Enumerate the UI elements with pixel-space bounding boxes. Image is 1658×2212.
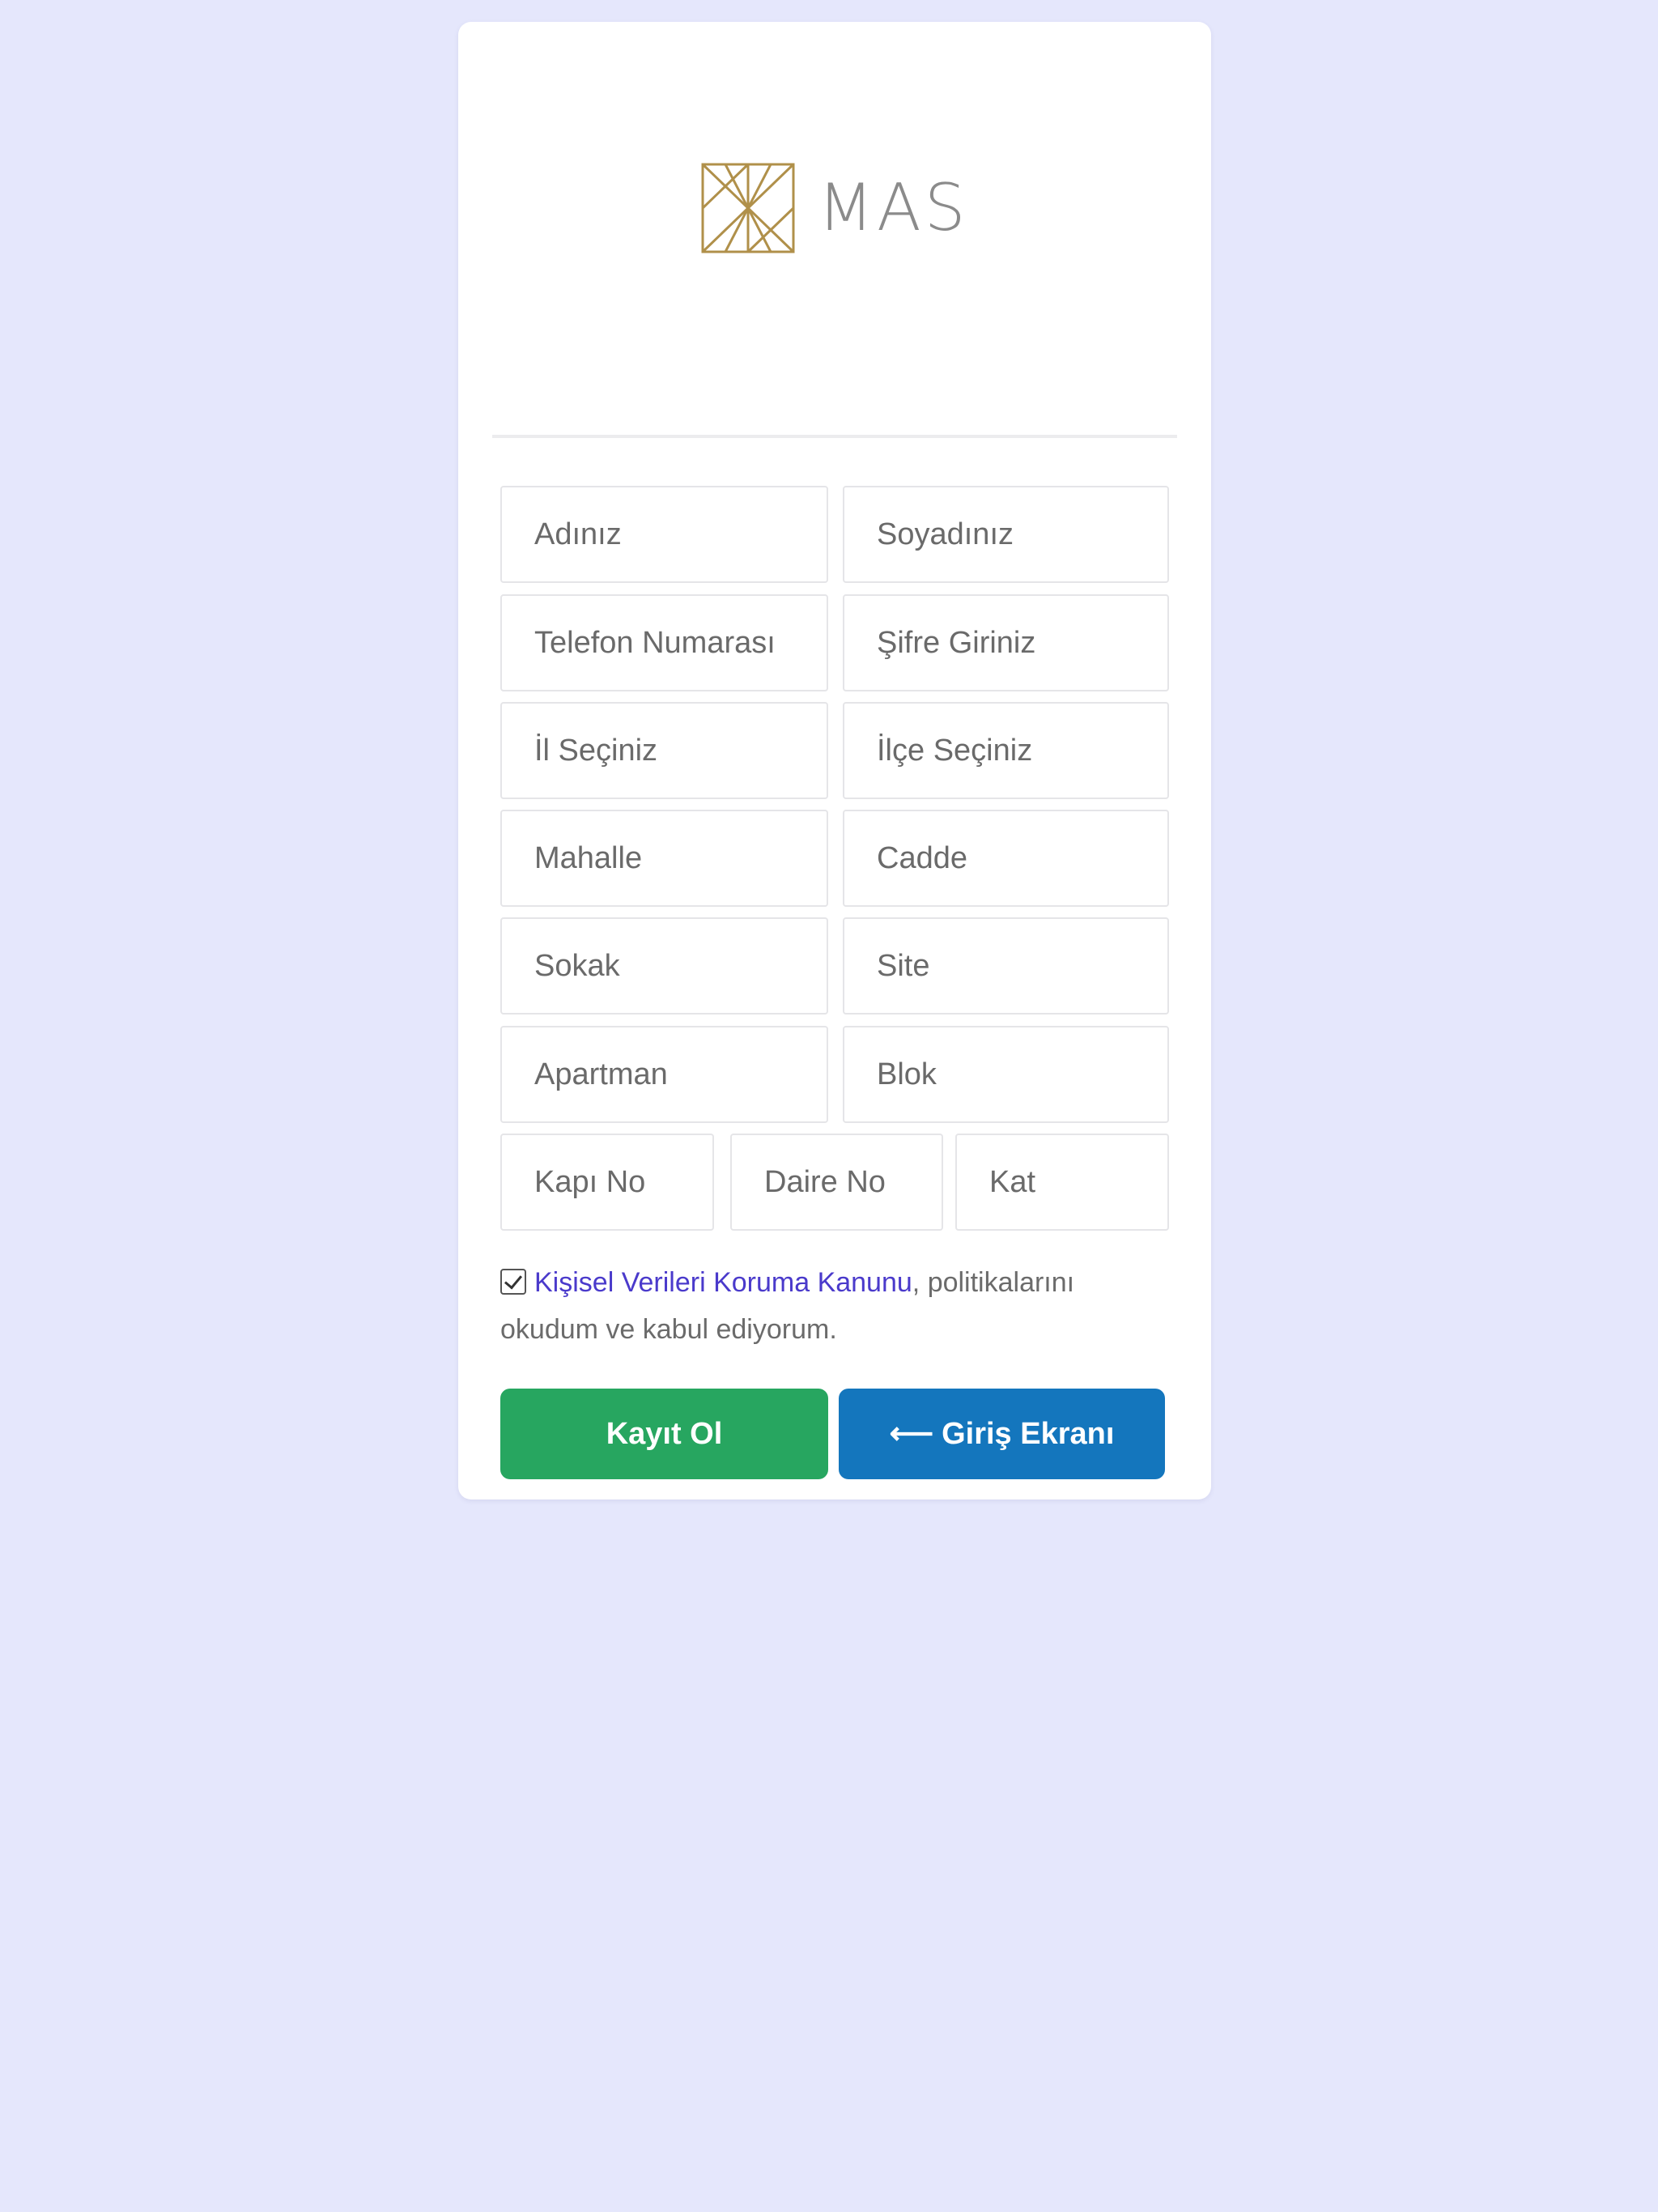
apartment-input[interactable] bbox=[500, 1026, 828, 1123]
register-button-label: Kayıt Ol bbox=[606, 1416, 723, 1451]
login-screen-button-label: Giriş Ekranı bbox=[942, 1416, 1115, 1451]
phone-input[interactable] bbox=[500, 594, 828, 691]
arrow-left-icon: ⟵ bbox=[889, 1417, 934, 1451]
door-no-input[interactable] bbox=[500, 1134, 714, 1231]
consent-checkbox[interactable] bbox=[500, 1269, 526, 1295]
last-name-input[interactable] bbox=[843, 486, 1169, 583]
brand-name: MAS bbox=[818, 170, 969, 245]
block-input[interactable] bbox=[843, 1026, 1169, 1123]
avenue-input[interactable] bbox=[843, 810, 1169, 907]
brand-mark-icon bbox=[701, 163, 795, 253]
kvkk-link[interactable]: Kişisel Verileri Koruma Kanunu bbox=[534, 1267, 912, 1298]
street-input[interactable] bbox=[500, 917, 828, 1015]
province-select[interactable] bbox=[500, 702, 828, 799]
register-card: MAS Kişisel Verileri Koruma Kanunu, poli… bbox=[458, 22, 1211, 1499]
flat-no-input[interactable] bbox=[730, 1134, 943, 1231]
brand-logo: MAS bbox=[699, 160, 975, 257]
site-input[interactable] bbox=[843, 917, 1169, 1015]
district-select[interactable] bbox=[843, 702, 1169, 799]
login-screen-button[interactable]: ⟵ Giriş Ekranı bbox=[839, 1389, 1165, 1479]
floor-input[interactable] bbox=[955, 1134, 1169, 1231]
neighborhood-input[interactable] bbox=[500, 810, 828, 907]
consent-row: Kişisel Verileri Koruma Kanunu, politika… bbox=[500, 1259, 1172, 1353]
header-divider bbox=[492, 435, 1177, 438]
password-input[interactable] bbox=[843, 594, 1169, 691]
first-name-input[interactable] bbox=[500, 486, 828, 583]
register-button[interactable]: Kayıt Ol bbox=[500, 1389, 828, 1479]
